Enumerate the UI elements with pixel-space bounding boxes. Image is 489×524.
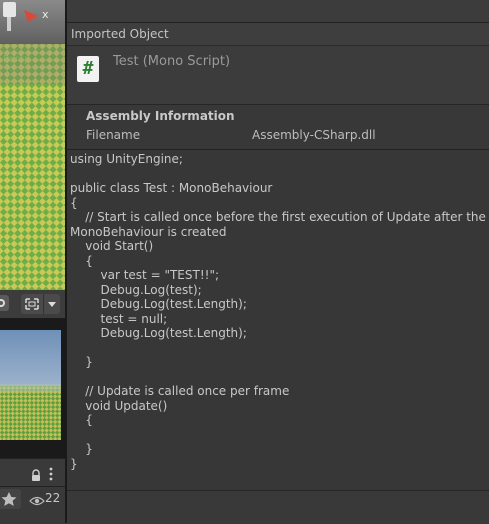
gizmo-x-arrow <box>24 10 38 22</box>
scene-ground-render <box>0 0 65 290</box>
code-line: { <box>70 413 93 427</box>
eye-icon[interactable] <box>29 492 45 511</box>
assembly-information: Assembly Information Filename Assembly-C… <box>67 105 489 150</box>
imported-object-title: Imported Object <box>71 27 169 41</box>
code-line: test = null; <box>70 311 168 326</box>
assembly-information-title: Assembly Information <box>86 109 235 123</box>
star-icon[interactable] <box>0 489 21 509</box>
object-title: Test (Mono Script) <box>113 54 231 69</box>
object-header: # Test (Mono Script) <box>67 46 489 105</box>
imported-object-header: Imported Object <box>67 23 489 46</box>
scene-view[interactable]: x Persp <box>0 0 65 290</box>
code-line: void Start() <box>70 239 154 253</box>
game-view-toolbar <box>0 290 65 318</box>
code-line: using UnityEngine; <box>70 152 183 166</box>
scene-persp-label: Persp <box>3 54 31 65</box>
maximize-icon[interactable] <box>21 294 43 314</box>
editor-left-panels: x Persp 22 <box>0 0 65 523</box>
vertical-dots-icon[interactable] <box>48 466 54 485</box>
code-line: { <box>70 195 78 210</box>
inspector-footer <box>67 490 489 524</box>
chevron-down-icon[interactable] <box>43 294 60 314</box>
code-line: public class Test : MonoBehaviour <box>70 181 273 195</box>
inspector-top-bar <box>67 0 489 23</box>
code-line: // Start is called once before the first… <box>70 210 486 224</box>
script-icon-glyph: # <box>82 58 94 79</box>
code-line: { <box>70 253 93 268</box>
scene-gizmo[interactable] <box>0 0 65 40</box>
code-line: Debug.Log(test.Length); <box>70 326 247 340</box>
gizmo-y-axis <box>7 17 11 31</box>
script-source-preview[interactable]: using UnityEngine; public class Test : M… <box>67 150 489 490</box>
code-line: } <box>70 442 93 456</box>
lock-icon[interactable] <box>30 467 42 486</box>
script-source-text: using UnityEngine; public class Test : M… <box>70 152 486 471</box>
visibility-count: 22 <box>45 491 61 505</box>
code-line: } <box>70 355 93 369</box>
game-view-render <box>0 330 61 440</box>
code-line: Debug.Log(test); <box>70 282 202 297</box>
project-toolbar <box>0 458 65 487</box>
project-search-bar: 22 <box>0 486 65 523</box>
filename-value: Assembly-CSharp.dll <box>252 128 376 142</box>
stats-toggle-icon[interactable] <box>0 295 9 311</box>
code-line: var test = "TEST!!"; <box>70 268 220 282</box>
code-line: // Update is called once per frame <box>70 384 290 398</box>
code-line: void Update() <box>70 398 168 413</box>
inspector-panel: Imported Object # Test (Mono Script) Ass… <box>67 0 489 524</box>
csharp-script-icon: # <box>77 56 99 82</box>
code-line: MonoBehaviour is created <box>70 224 227 239</box>
gizmo-cube <box>3 2 16 17</box>
filename-label: Filename <box>86 128 141 142</box>
game-view[interactable] <box>0 318 65 458</box>
gizmo-axis-label: x <box>42 8 49 21</box>
code-line: } <box>70 456 78 471</box>
code-line: Debug.Log(test.Length); <box>70 297 247 311</box>
